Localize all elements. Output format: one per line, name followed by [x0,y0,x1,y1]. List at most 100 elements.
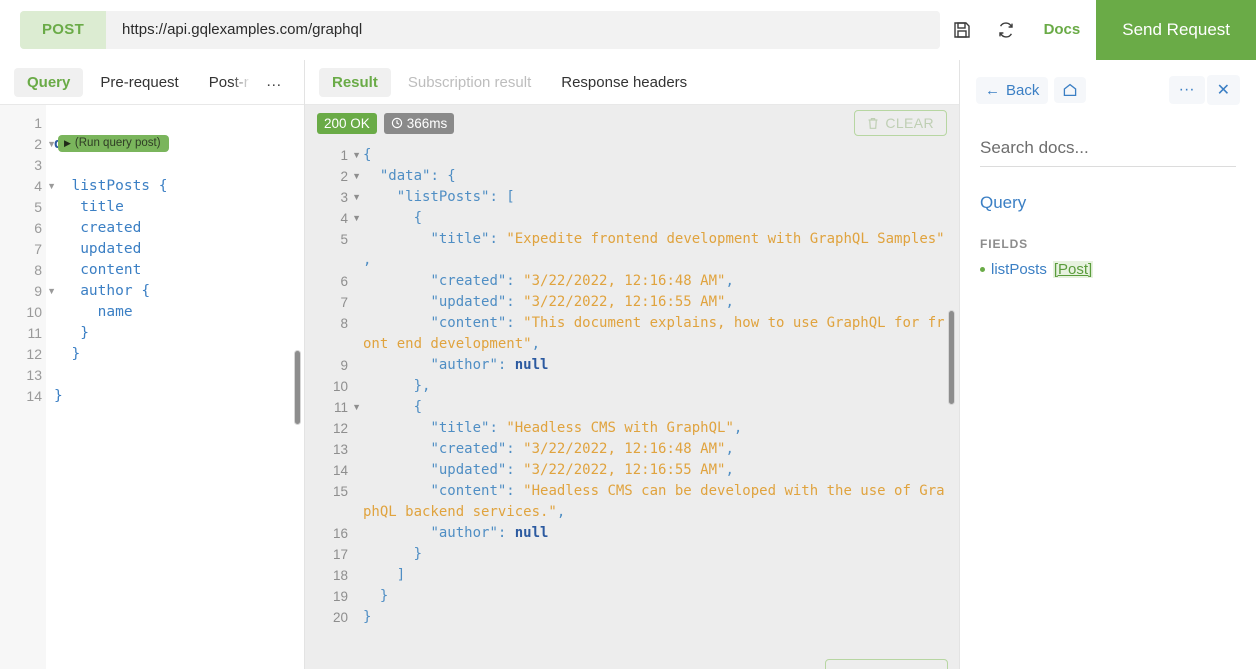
main-split: Query Pre-request Post-r … 1 2 ▼ 3 4 ▼ 5 6 7 8 9 ▼ 1… [0,60,1256,669]
query-code-line [54,365,304,386]
query-line-number: 12 [26,346,42,362]
query-line-number: 7 [34,241,42,257]
reload-docs-icon[interactable] [984,0,1028,60]
response-gutter: 1 ▼ 2 ▼ 3 ▼ 4 ▼ 5 6 7 8 9 10 11 ▼ 12 13 14 15 16 17 18 19 20 [305,141,361,669]
docs-header: ← Back ··· ✕ [960,60,1256,120]
query-line-number: 6 [34,220,42,236]
docs-button[interactable]: Docs [1028,0,1097,60]
clear-result-button[interactable]: CLEAR [854,110,947,136]
save-icon[interactable] [940,0,984,60]
response-line-number: 2 ▼ [305,166,361,187]
response-code-line: "author": null [430,357,549,373]
fold-toggle-icon[interactable]: ▼ [352,397,361,418]
query-code-line: title [80,199,124,215]
docs-back-label: Back [1006,81,1040,99]
response-code-line: "author": null [430,525,549,541]
docs-search-input[interactable] [980,132,1236,167]
response-time-badge: 366ms [383,112,455,134]
response-line-number: 3 ▼ [305,187,361,208]
url-input[interactable] [106,11,940,49]
response-code-line: { [363,147,372,163]
response-code-line: "updated": "3/22/2022, 12:16:55 AM", [430,294,734,310]
docs-home-button[interactable] [1054,77,1087,103]
response-code-line: "content": "Headless CMS can be develope… [363,483,945,520]
docs-pane: ← Back ··· ✕ Query FIELDS listPosts [960,60,1256,669]
query-tabs-overflow-button[interactable]: … [256,67,293,97]
run-query-hint-label: (Run query post) [74,137,161,149]
query-code-line: name [97,304,133,320]
response-code[interactable]: { "data": { "listPosts": [ { "title": "E… [351,141,959,669]
response-viewer[interactable]: 1 ▼ 2 ▼ 3 ▼ 4 ▼ 5 6 7 8 9 10 11 ▼ 12 13 14 15 16 17 18 19 20 { "… [305,141,959,669]
response-line-number: 19 [332,589,348,604]
tab-response-headers[interactable]: Response headers [548,68,700,97]
field-bullet-icon [980,267,985,272]
response-line-number: 4 ▼ [305,208,361,229]
query-line-number: 8 [34,262,42,278]
query-code-line: } [80,325,89,341]
response-line-number: 9 [340,358,348,373]
response-line-number: 1 ▼ [305,145,361,166]
docs-back-button[interactable]: ← Back [976,76,1049,104]
back-arrow-icon: ← [985,81,1000,99]
trash-icon [868,117,878,129]
query-line-number: 3 [34,157,42,173]
fold-toggle-icon[interactable]: ▼ [352,187,361,208]
fold-toggle-icon[interactable]: ▼ [352,208,361,229]
tab-subscription-result[interactable]: Subscription result [395,68,544,97]
response-time-label: 366ms [406,115,448,131]
response-code-line: "data": { [379,168,456,184]
clock-icon [391,117,402,129]
response-code-line: } [379,588,389,604]
tab-query[interactable]: Query [14,67,84,97]
send-request-button[interactable]: Send Request [1096,0,1256,60]
status-badge: 200 OK [317,112,377,134]
response-code-line: }, [413,378,431,394]
query-code[interactable]: ▶ (Run query post) query post { listPost… [46,105,304,669]
response-code-line: ] [396,567,406,583]
query-code-line: } [54,388,63,404]
response-code-line: { [413,399,423,415]
response-line-number: 5 [340,232,348,247]
response-code-line: "created": "3/22/2022, 12:16:48 AM", [430,273,734,289]
response-code-line: "title": "Headless CMS with GraphQL", [430,420,743,436]
query-code-line: content [80,262,142,278]
close-icon[interactable]: ✕ [1206,75,1240,105]
response-line-number: 16 [332,526,348,541]
clear-label: CLEAR [885,115,934,131]
tab-post-request[interactable]: Post-r [196,67,254,97]
query-code-line [54,113,304,134]
response-line-number: 17 [332,547,348,562]
query-code-line: created [80,220,142,236]
query-editor[interactable]: 1 2 ▼ 3 4 ▼ 5 6 7 8 9 ▼ 10 11 12 13 14 ▶ (Run query post… [0,105,304,669]
query-line-number: 2 ▼ [0,134,56,155]
query-code-line: } [71,346,81,362]
docs-more-button[interactable]: ··· [1168,76,1205,104]
docs-root-type-link[interactable]: Query [980,193,1236,213]
query-line-number: 13 [26,367,42,383]
query-code-line: listPosts { [71,178,168,194]
docs-field-type-link[interactable]: [Post] [1052,261,1094,278]
tab-pre-request[interactable]: Pre-request [87,68,191,97]
query-line-number: 1 [34,115,42,131]
query-line-number: 5 [34,199,42,215]
fold-toggle-icon[interactable]: ▼ [352,145,361,166]
query-editor-scrollbar[interactable] [294,350,301,425]
http-method-selector[interactable]: POST [20,11,107,49]
response-bottom-action-button[interactable] [825,659,948,669]
query-code-line: updated [80,241,142,257]
query-pane: Query Pre-request Post-r … 1 2 ▼ 3 4 ▼ 5 6 7 8 9 ▼ 1… [0,60,305,669]
response-scrollbar[interactable] [948,310,955,405]
query-line-number: 9 ▼ [0,281,56,302]
response-code-line: } [413,546,423,562]
response-line-number: 13 [332,442,348,457]
tab-result[interactable]: Result [319,67,391,97]
response-code-line: "updated": "3/22/2022, 12:16:55 AM", [430,462,734,478]
result-pane: Result Subscription result Response head… [305,60,960,669]
run-query-hint[interactable]: ▶ (Run query post) [58,135,169,152]
response-code-line: "created": "3/22/2022, 12:16:48 AM", [430,441,734,457]
query-gutter: 1 2 ▼ 3 4 ▼ 5 6 7 8 9 ▼ 10 11 12 13 14 [0,105,56,669]
fold-toggle-icon[interactable]: ▼ [352,166,361,187]
docs-field-name[interactable]: listPosts [991,261,1047,278]
docs-field-listposts: listPosts [Post] [980,261,1236,278]
graphql-ide: POST Docs Send Request [0,0,1256,669]
